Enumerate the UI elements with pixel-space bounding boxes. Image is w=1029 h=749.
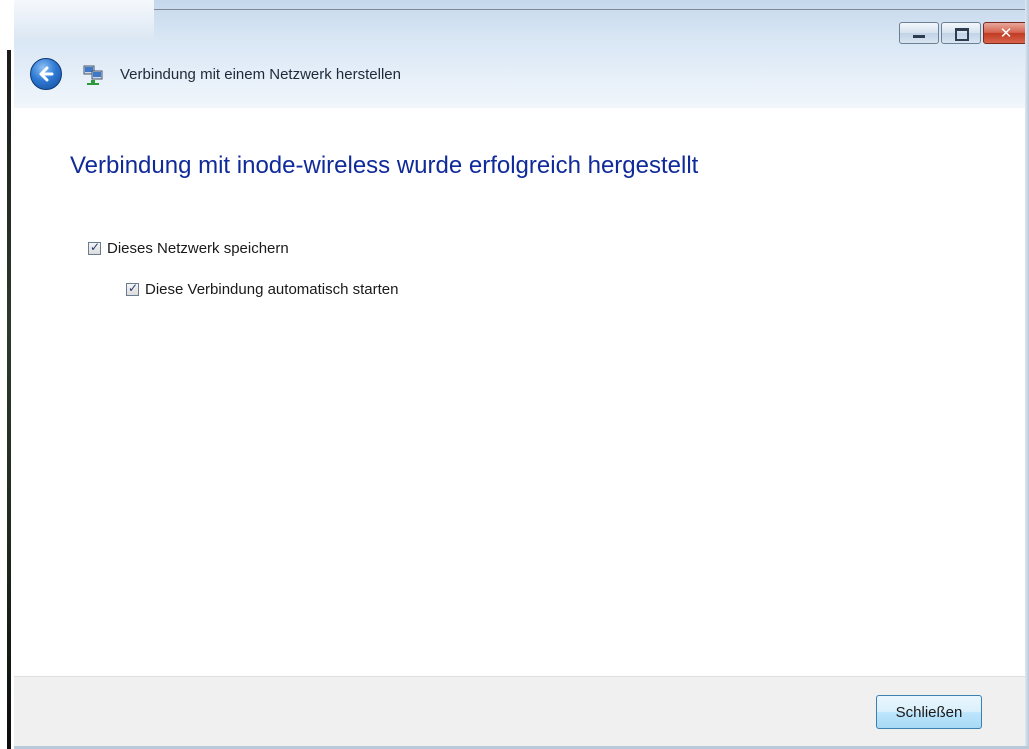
title-bar-gap — [14, 0, 154, 40]
save-network-label[interactable]: Dieses Netzwerk speichern — [107, 240, 289, 257]
back-button[interactable] — [30, 58, 62, 90]
save-network-option[interactable]: ✓ Dieses Netzwerk speichern — [88, 240, 289, 257]
check-mark-icon: ✓ — [128, 281, 139, 295]
title-bar[interactable]: ✕ Verbindung mit einem Netzwerk herstell… — [14, 0, 1029, 108]
window-title: Verbindung mit einem Netzwerk herstellen — [120, 66, 401, 83]
caption-buttons: ✕ — [899, 22, 1029, 46]
check-mark-icon: ✓ — [90, 240, 101, 254]
title-bar-border — [154, 9, 1029, 10]
window-right-border — [1025, 0, 1029, 749]
auto-connect-option[interactable]: ✓ Diese Verbindung automatisch starten — [126, 281, 398, 298]
desktop-left-edge — [0, 0, 14, 749]
maximize-icon — [955, 28, 969, 41]
save-network-checkbox[interactable]: ✓ — [88, 240, 101, 255]
wizard-window: ✕ Verbindung mit einem Netzwerk herstell… — [14, 0, 1029, 749]
auto-connect-label[interactable]: Diese Verbindung automatisch starten — [145, 281, 398, 298]
maximize-button[interactable] — [941, 22, 981, 44]
auto-connect-checkbox[interactable]: ✓ — [126, 281, 139, 296]
footer-bar: Schließen — [14, 676, 1029, 749]
close-button[interactable]: Schließen — [876, 695, 982, 729]
minimize-icon — [913, 35, 925, 38]
close-icon: ✕ — [999, 24, 1013, 42]
desktop-strip — [7, 50, 11, 749]
close-window-button[interactable]: ✕ — [983, 22, 1029, 44]
network-connection-icon — [83, 65, 103, 85]
back-arrow-icon — [39, 66, 54, 82]
page-heading: Verbindung mit inode-wireless wurde erfo… — [70, 152, 699, 179]
minimize-button[interactable] — [899, 22, 939, 44]
